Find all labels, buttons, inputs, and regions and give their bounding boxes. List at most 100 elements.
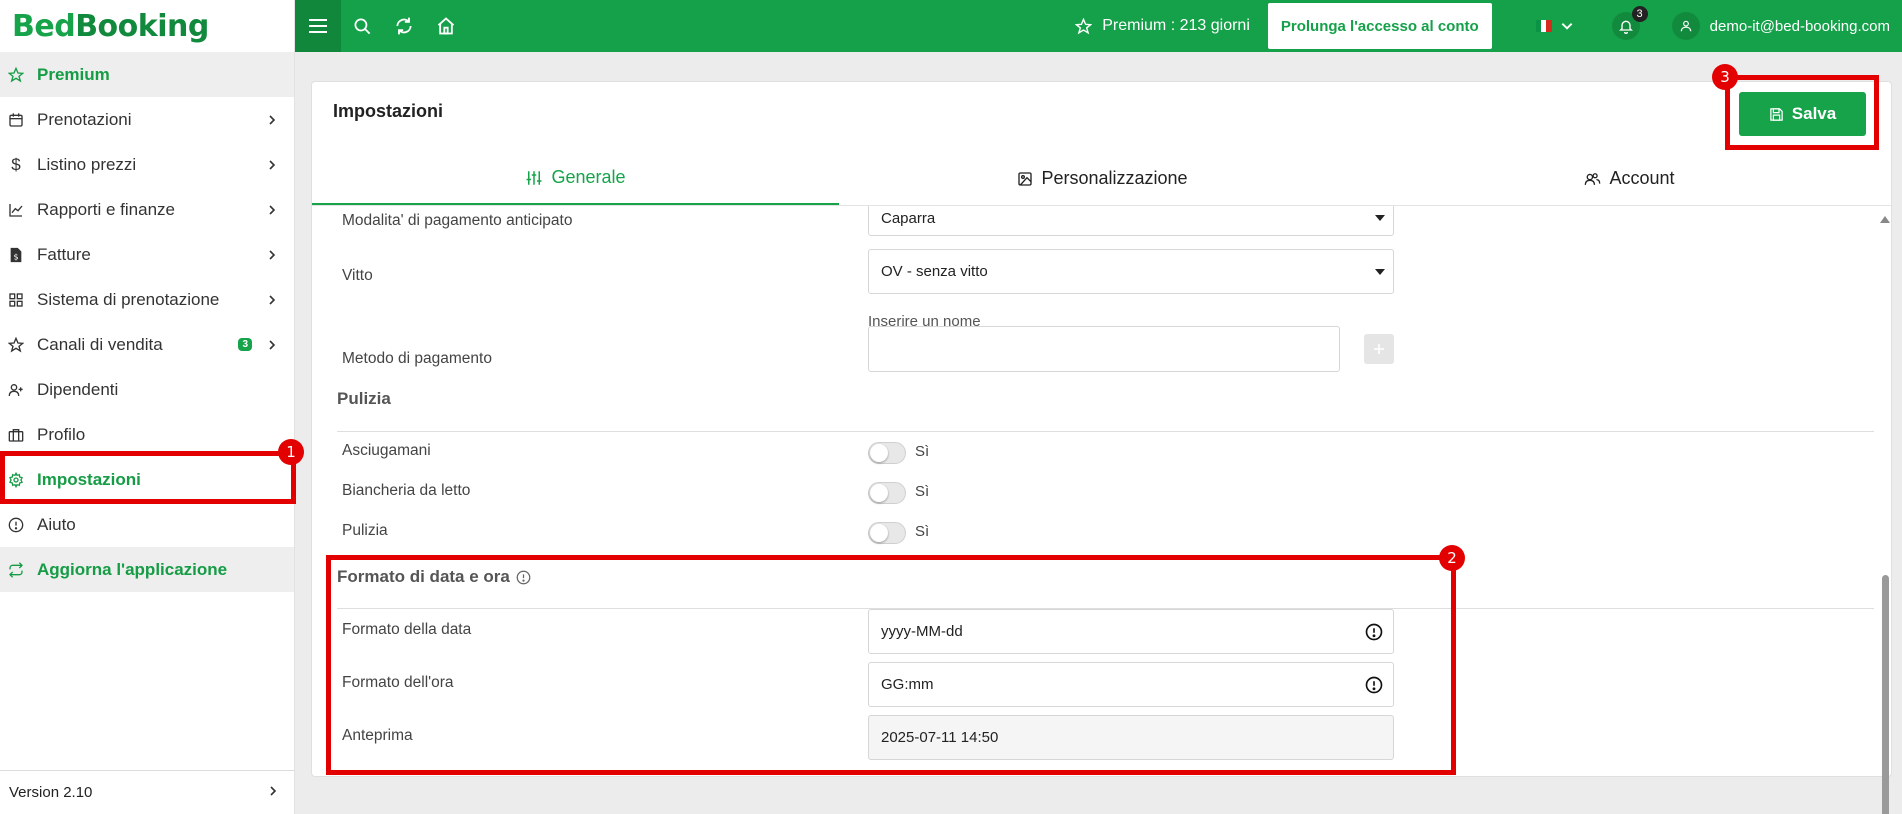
chart-icon xyxy=(7,201,25,219)
refresh-icon xyxy=(7,561,25,579)
image-icon xyxy=(1018,171,1033,186)
towels-label: Asciugamani xyxy=(342,442,431,459)
toggle-knob xyxy=(870,524,888,542)
svg-text:$: $ xyxy=(13,252,18,261)
annotation-marker-2: 2 xyxy=(1439,545,1465,571)
scrollbar-thumb[interactable] xyxy=(1882,575,1889,814)
search-icon xyxy=(354,18,370,34)
advance-payment-label: Modalita' di pagamento anticipato xyxy=(342,212,573,229)
payment-method-label: Metodo di pagamento xyxy=(342,350,492,367)
chevron-right-icon xyxy=(266,114,278,126)
sidebar-item-label: Fatture xyxy=(37,244,91,264)
star-icon xyxy=(1075,17,1093,34)
version-footer[interactable]: Version 2.10 xyxy=(0,770,295,814)
advance-payment-value: Caparra xyxy=(881,209,936,227)
sidebar-item-premium[interactable]: Premium xyxy=(0,52,294,97)
premium-days-text: Premium : 213 giorni xyxy=(1102,17,1250,34)
tab-personalizzazione[interactable]: Personalizzazione xyxy=(839,152,1366,205)
sidebar-item-sistema[interactable]: Sistema di prenotazione xyxy=(0,277,294,322)
dollar-icon: $ xyxy=(11,154,21,174)
home-icon xyxy=(437,17,455,35)
towels-toggle-label: Sì xyxy=(915,443,930,460)
sidebar-item-fatture[interactable]: $ Fatture xyxy=(0,232,294,277)
sidebar-item-label: Profilo xyxy=(37,424,86,444)
caret-down-icon xyxy=(1375,215,1385,221)
chevron-right-icon xyxy=(266,294,278,306)
info-icon xyxy=(7,516,25,534)
toggle-knob xyxy=(870,484,888,502)
sidebar-item-label: Rapporti e finanze xyxy=(37,199,175,219)
annotation-marker-1: 1 xyxy=(278,439,304,465)
board-value: OV - senza vitto xyxy=(881,263,988,280)
sidebar-item-aggiorna[interactable]: Aggiorna l'applicazione xyxy=(0,547,294,592)
caret-down-icon xyxy=(1375,268,1385,275)
sidebar-item-aiuto[interactable]: Aiuto xyxy=(0,502,294,547)
sidebar-item-dipendenti[interactable]: Dipendenti xyxy=(0,367,294,412)
refresh-icon xyxy=(396,17,412,35)
bedlinen-toggle[interactable] xyxy=(868,482,906,504)
advance-payment-select[interactable]: Caparra xyxy=(868,206,1394,236)
cleaning-toggle-label: Sì xyxy=(915,523,930,540)
chevron-right-icon xyxy=(266,249,278,261)
chevron-right-icon xyxy=(267,784,279,801)
calendar-icon xyxy=(7,111,25,129)
sidebar-item-canali[interactable]: Canali di vendita 3 xyxy=(0,322,294,367)
sidebar-item-listino-prezzi[interactable]: $ Listino prezzi xyxy=(0,142,294,187)
tab-label: Generale xyxy=(551,167,626,187)
refresh-button[interactable] xyxy=(383,0,425,52)
tab-label: Account xyxy=(1609,168,1675,188)
payment-method-input[interactable] xyxy=(868,326,1340,372)
language-selector[interactable] xyxy=(1535,19,1574,33)
scroll-up-arrow-icon[interactable] xyxy=(1880,216,1890,223)
logo-part-booking: Booking xyxy=(75,8,209,44)
settings-tabs: Generale Personalizzazione Account xyxy=(312,152,1893,206)
page-title: Impostazioni xyxy=(333,101,444,121)
cleaning-label: Pulizia xyxy=(342,522,388,539)
grid-icon xyxy=(7,291,25,309)
sidebar-item-rapporti[interactable]: Rapporti e finanze xyxy=(0,187,294,232)
sidebar-item-label: Aiuto xyxy=(37,514,76,534)
tab-account[interactable]: Account xyxy=(1366,152,1893,205)
board-label: Vitto xyxy=(342,267,373,284)
logo-part-bed: Bed xyxy=(12,8,76,44)
user-plus-icon xyxy=(7,381,25,399)
sidebar-item-label: Sistema di prenotazione xyxy=(37,289,220,309)
sidebar-item-label: Aggiorna l'applicazione xyxy=(37,559,228,579)
bell-icon xyxy=(1618,20,1633,34)
menu-toggle-button[interactable] xyxy=(295,0,341,52)
users-icon xyxy=(1585,172,1601,185)
premium-status[interactable]: Premium : 213 giorni xyxy=(1075,17,1250,35)
user-menu[interactable]: demo-it@bed-booking.com xyxy=(1671,12,1890,40)
avatar xyxy=(1671,12,1700,40)
sidebar-item-label: Listino prezzi xyxy=(37,154,137,174)
sidebar: BedBooking Premium Prenotazioni $ Listin… xyxy=(0,0,295,814)
logo[interactable]: BedBooking xyxy=(0,0,294,52)
sidebar-item-label: Prenotazioni xyxy=(37,109,132,129)
building-icon xyxy=(7,426,25,444)
sliders-icon xyxy=(526,170,542,185)
annotation-box-3 xyxy=(1725,75,1879,150)
version-label: Version 2.10 xyxy=(9,784,93,801)
annotation-box-2 xyxy=(326,555,1456,775)
cleaning-toggle[interactable] xyxy=(868,522,906,544)
sidebar-item-prenotazioni[interactable]: Prenotazioni xyxy=(0,97,294,142)
home-button[interactable] xyxy=(425,0,467,52)
add-payment-method-button[interactable] xyxy=(1364,334,1394,364)
sidebar-menu: Premium Prenotazioni $ Listino prezzi Ra… xyxy=(0,52,294,592)
sidebar-item-label: Premium xyxy=(37,64,110,84)
towels-toggle[interactable] xyxy=(868,442,906,464)
hamburger-icon xyxy=(309,19,327,33)
notifications-button[interactable]: 3 xyxy=(1611,6,1648,40)
bedlinen-toggle-label: Sì xyxy=(915,483,930,500)
board-select[interactable]: OV - senza vitto xyxy=(868,249,1394,294)
search-button[interactable] xyxy=(341,0,383,52)
annotation-box-1 xyxy=(0,451,296,504)
chevron-right-icon xyxy=(266,159,278,171)
channels-badge: 3 xyxy=(238,338,252,351)
sidebar-item-label: Canali di vendita xyxy=(37,334,163,354)
extend-access-button[interactable]: Prolunga l'accesso al conto xyxy=(1267,3,1492,49)
italy-flag-icon xyxy=(1535,20,1552,32)
tab-generale[interactable]: Generale xyxy=(312,152,839,205)
vertical-scrollbar[interactable] xyxy=(1878,206,1892,814)
annotation-marker-3: 3 xyxy=(1712,64,1738,90)
